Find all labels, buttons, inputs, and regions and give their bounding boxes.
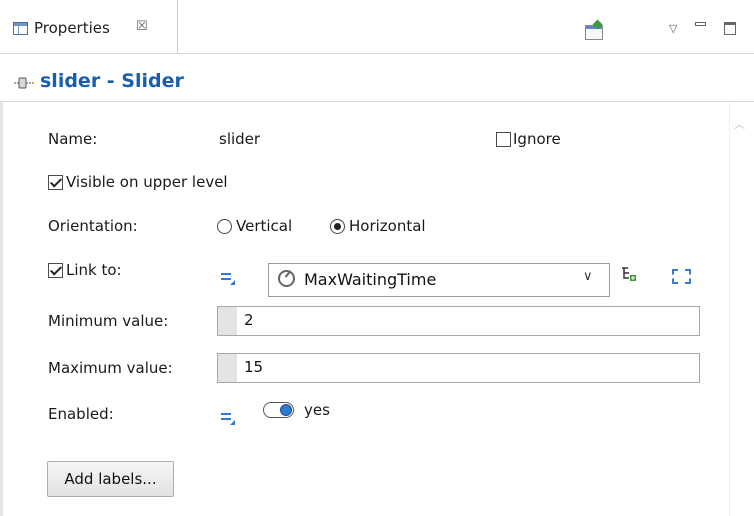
properties-view-icon xyxy=(13,22,28,35)
field-stub xyxy=(218,354,237,382)
close-tab-icon[interactable]: ☒ xyxy=(136,19,148,34)
parameter-icon xyxy=(278,270,295,287)
static-dynamic-toggle-icon[interactable] xyxy=(221,273,235,285)
radio-horizontal[interactable] xyxy=(330,219,345,234)
tree-select-icon[interactable] xyxy=(620,266,638,284)
enabled-label: Enabled: xyxy=(48,405,114,423)
maximum-value-label: Maximum value: xyxy=(48,359,173,377)
minimum-value-label: Minimum value: xyxy=(48,312,169,330)
name-label: Name: xyxy=(48,130,98,148)
ignore-label: Ignore xyxy=(513,130,561,148)
radio-vertical[interactable] xyxy=(217,219,232,234)
static-dynamic-toggle-icon[interactable] xyxy=(221,413,235,425)
radio-vertical-label: Vertical xyxy=(236,217,293,235)
enabled-value: yes xyxy=(304,401,330,419)
export-icon[interactable] xyxy=(585,25,603,40)
add-labels-button[interactable]: Add labels... xyxy=(47,461,174,497)
slider-icon xyxy=(14,77,34,89)
left-gutter xyxy=(0,102,3,516)
scroll-up-icon[interactable]: ︿ xyxy=(734,116,745,132)
minimum-value-field[interactable] xyxy=(217,306,700,336)
link-to-checkbox[interactable] xyxy=(48,263,63,278)
page-title: slider - Slider xyxy=(40,70,184,92)
visible-checkbox[interactable] xyxy=(48,175,63,190)
ignore-checkbox[interactable] xyxy=(496,132,511,147)
tab-label: Properties xyxy=(34,19,110,37)
link-to-value: MaxWaitingTime xyxy=(304,270,437,289)
field-stub xyxy=(218,307,237,335)
divider xyxy=(0,101,754,102)
select-on-canvas-icon[interactable] xyxy=(672,269,691,284)
view-menu-icon[interactable]: ▽ xyxy=(669,22,677,35)
divider xyxy=(0,53,754,54)
radio-horizontal-label: Horizontal xyxy=(349,217,426,235)
visible-label: Visible on upper level xyxy=(66,173,228,191)
maximum-value-text: 15 xyxy=(244,358,264,376)
maximize-icon[interactable] xyxy=(724,22,736,35)
link-to-label: Link to: xyxy=(66,261,122,279)
minimum-value-text: 2 xyxy=(244,311,254,329)
chevron-down-icon[interactable]: ∨ xyxy=(583,269,593,284)
minimize-icon[interactable] xyxy=(695,22,706,26)
orientation-label: Orientation: xyxy=(48,217,138,235)
enabled-toggle[interactable] xyxy=(263,402,294,418)
scrollbar-track[interactable] xyxy=(729,102,730,516)
maximum-value-field[interactable] xyxy=(217,353,700,383)
name-value[interactable]: slider xyxy=(219,130,260,148)
